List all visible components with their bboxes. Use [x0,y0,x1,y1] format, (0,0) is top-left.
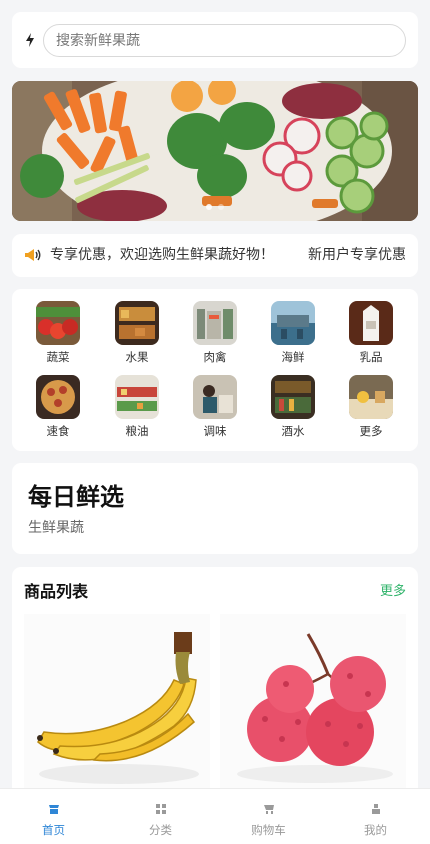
tab-label: 购物车 [251,823,286,837]
cart-icon [263,805,274,814]
category-label: 酒水 [281,424,305,438]
product-card-lychee[interactable] [220,614,406,804]
category-item-meat[interactable]: 肉禽 [185,301,245,364]
drinks-thumb [271,375,315,419]
category-label: 粮油 [125,424,149,438]
bolt-icon [26,33,34,47]
notice-message: 新用户专享优惠，欢迎选购生鲜果蔬好物！ [48,247,274,263]
notice-bar[interactable]: 新用户专享优惠，欢迎选购生鲜果蔬好物！ 新用户专享优惠 [12,234,418,277]
more-thumb [349,375,393,419]
dairy-thumb [349,301,393,345]
grain-oil-thumb [115,375,159,419]
notice-tag: 新用户专享优惠 [308,247,406,263]
product-list-more-link[interactable]: 更多 [380,583,406,600]
tab-category[interactable]: 分类 [107,789,214,844]
tab-label: 我的 [364,823,387,837]
banner-dot[interactable] [218,204,224,210]
tab-home[interactable]: 首页 [0,789,107,844]
category-item-fruit[interactable]: 水果 [107,301,167,364]
bottom-tab-bar: 首页 分类 购物车 我的 [0,788,430,844]
banner-dot[interactable] [206,204,212,210]
vegetables-thumb [36,301,80,345]
grid-icon [155,804,166,814]
hero-banner[interactable] [12,81,418,221]
tab-label: 分类 [149,823,172,837]
category-label: 蔬菜 [46,350,70,364]
category-label: 海鲜 [281,350,305,364]
category-label: 肉禽 [203,350,227,364]
category-item-grain-oil[interactable]: 粮油 [107,375,167,438]
product-card-banana[interactable] [24,614,210,804]
fastfood-thumb [36,375,80,419]
category-label: 乳品 [359,350,383,364]
search-input[interactable]: 搜索新鲜果蔬 [43,24,406,57]
search-bar: 搜索新鲜果蔬 [12,12,418,68]
daily-pick-card[interactable]: 每日鲜选 生鲜果蔬 [12,463,418,554]
daily-pick-subtitle: 生鲜果蔬 [28,520,84,536]
seasoning-thumb [193,375,237,419]
category-item-seasoning[interactable]: 调味 [185,375,245,438]
home-icon [48,805,59,814]
category-label: 调味 [203,424,227,438]
product-list: 商品列表 更多 [12,567,418,807]
tab-profile[interactable]: 我的 [322,789,429,844]
user-icon [371,804,380,814]
daily-pick-title: 每日鲜选 [28,483,124,511]
seafood-thumb [271,301,315,345]
category-label: 速食 [46,424,70,438]
category-item-fastfood[interactable]: 速食 [28,375,88,438]
product-list-title: 商品列表 [24,582,89,601]
category-item-seafood[interactable]: 海鲜 [263,301,323,364]
tab-cart[interactable]: 购物车 [215,789,322,844]
notice-marquee: 新用户专享优惠，欢迎选购生鲜果蔬好物！ [48,234,274,277]
banana-image [24,614,210,804]
category-grid: 蔬菜 水果 肉禽 海鲜 乳品 速食 粮油 调味 酒水 更多 [12,289,418,451]
category-label: 更多 [359,424,383,438]
banner-indicator [12,195,418,214]
fruit-thumb [115,301,159,345]
category-item-more[interactable]: 更多 [341,375,401,438]
tab-label: 首页 [42,823,65,837]
megaphone-icon [25,249,41,261]
category-item-drinks[interactable]: 酒水 [263,375,323,438]
category-item-dairy[interactable]: 乳品 [341,301,401,364]
lychee-image [220,614,406,804]
category-item-vegetables[interactable]: 蔬菜 [28,301,88,364]
meat-thumb [193,301,237,345]
category-label: 水果 [125,350,149,364]
